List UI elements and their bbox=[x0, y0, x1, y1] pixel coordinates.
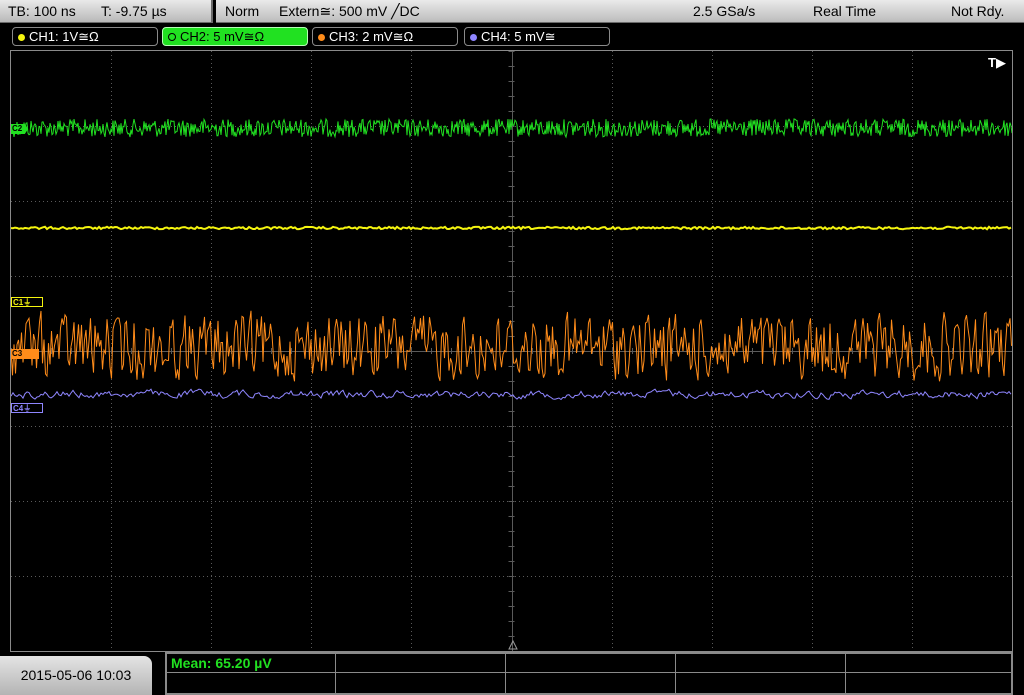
ch3-offset-marker[interactable]: C3 bbox=[11, 349, 39, 359]
datetime-display: 2015-05-06 10:03 bbox=[0, 656, 152, 695]
waveform-display[interactable]: T▶ C2 C1⏚ C3 C4⏚ bbox=[10, 50, 1013, 652]
ch3-waveform bbox=[11, 310, 1012, 382]
ch2-dot-icon bbox=[168, 33, 176, 42]
measurement-cell-empty[interactable] bbox=[675, 653, 846, 673]
measurement-cell-empty[interactable] bbox=[845, 672, 1012, 694]
acquisition-mode: Real Time bbox=[813, 3, 877, 19]
timebase-panel[interactable]: TB: 100 ns T: -9.75 µs bbox=[0, 0, 213, 23]
ch1-offset-marker[interactable]: C1⏚ bbox=[11, 297, 43, 307]
trigger-time-value: T: -9.75 µs bbox=[101, 3, 167, 19]
sample-rate: 2.5 GSa/s bbox=[693, 3, 756, 19]
ch2-tab[interactable]: CH2: 5 mV≅Ω bbox=[162, 27, 308, 46]
ch1-dot-icon bbox=[18, 33, 25, 41]
acquisition-status: Not Rdy. bbox=[951, 3, 1005, 19]
ch4-offset-marker[interactable]: C4⏚ bbox=[11, 403, 43, 413]
measurement-cell-empty[interactable] bbox=[166, 672, 336, 694]
ch4-waveform bbox=[11, 388, 1012, 401]
waveforms bbox=[11, 117, 1012, 650]
ch2-waveform bbox=[11, 117, 1012, 139]
ch4-label: CH4: 5 mV≅ bbox=[481, 29, 556, 44]
top-status-bar: TB: 100 ns T: -9.75 µs Norm Extern≅: 500… bbox=[0, 0, 1024, 25]
measurement-cell-empty[interactable] bbox=[675, 672, 846, 694]
mean-measurement: Mean: 65.20 µV bbox=[171, 655, 272, 671]
measurement-cell-empty[interactable] bbox=[505, 672, 676, 694]
ch2-label: CH2: 5 mV≅Ω bbox=[180, 29, 265, 44]
measurement-cell-empty[interactable] bbox=[505, 653, 676, 673]
measurement-cell-empty[interactable] bbox=[845, 653, 1012, 673]
ch2-offset-marker[interactable]: C2 bbox=[11, 124, 29, 134]
ch1-waveform bbox=[11, 225, 1012, 231]
ch4-dot-icon bbox=[470, 33, 477, 41]
ch3-label: CH3: 2 mV≅Ω bbox=[329, 29, 414, 44]
acquisition-panel[interactable]: Norm Extern≅: 500 mV ╱DC 2.5 GSa/s Real … bbox=[216, 0, 1024, 23]
trigger-source: Extern≅: 500 mV ╱DC bbox=[279, 3, 420, 19]
measurement-table[interactable]: Mean: 65.20 µV bbox=[165, 652, 1013, 695]
trigger-position-icon bbox=[508, 639, 518, 650]
ch1-tab[interactable]: CH1: 1V≅Ω bbox=[12, 27, 158, 46]
trigger-mode: Norm bbox=[225, 3, 260, 19]
measurement-cell[interactable]: Mean: 65.20 µV bbox=[166, 653, 336, 673]
measurement-cell-empty[interactable] bbox=[335, 672, 506, 694]
measurement-cell-empty[interactable] bbox=[335, 653, 506, 673]
ch1-label: CH1: 1V≅Ω bbox=[29, 29, 99, 44]
ch3-tab[interactable]: CH3: 2 mV≅Ω bbox=[312, 27, 458, 46]
ch4-tab[interactable]: CH4: 5 mV≅ bbox=[464, 27, 610, 46]
ch3-dot-icon bbox=[318, 33, 325, 41]
trigger-indicator-icon: T▶ bbox=[988, 55, 1006, 70]
timebase-value: TB: 100 ns bbox=[8, 3, 76, 19]
bottom-bar: 2015-05-06 10:03 Mean: 65.20 µV bbox=[0, 652, 1024, 695]
